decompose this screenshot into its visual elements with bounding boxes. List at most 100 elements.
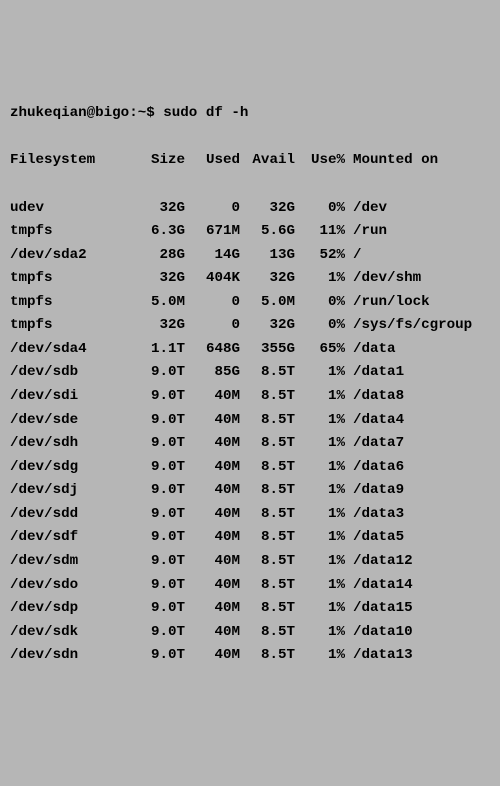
cell-avail: 8.5T bbox=[240, 432, 295, 456]
cell-used: 40M bbox=[185, 644, 240, 668]
table-row: tmpfs6.3G671M5.6G11%/run bbox=[10, 220, 490, 244]
table-header-row: FilesystemSizeUsedAvailUse%Mounted on bbox=[10, 149, 490, 173]
cell-mount: /sys/fs/cgroup bbox=[345, 314, 490, 338]
cell-filesystem: tmpfs bbox=[10, 291, 130, 315]
cell-size: 9.0T bbox=[130, 361, 185, 385]
cell-used: 40M bbox=[185, 503, 240, 527]
cell-size: 9.0T bbox=[130, 503, 185, 527]
cell-filesystem: /dev/sdp bbox=[10, 597, 130, 621]
cell-mount: / bbox=[345, 244, 490, 268]
cell-size: 32G bbox=[130, 267, 185, 291]
cell-used: 40M bbox=[185, 385, 240, 409]
cell-mount: /run bbox=[345, 220, 490, 244]
cell-size: 9.0T bbox=[130, 526, 185, 550]
table-row: udev32G032G0%/dev bbox=[10, 197, 490, 221]
table-row: tmpfs32G032G0%/sys/fs/cgroup bbox=[10, 314, 490, 338]
cell-mount: /data13 bbox=[345, 644, 490, 668]
cell-avail: 8.5T bbox=[240, 574, 295, 598]
table-body: udev32G032G0%/devtmpfs6.3G671M5.6G11%/ru… bbox=[10, 197, 490, 668]
cell-used: 40M bbox=[185, 574, 240, 598]
cell-use-percent: 0% bbox=[295, 291, 345, 315]
prompt-dollar: $ bbox=[146, 102, 155, 126]
cell-avail: 5.0M bbox=[240, 291, 295, 315]
cell-use-percent: 1% bbox=[295, 574, 345, 598]
cell-used: 14G bbox=[185, 244, 240, 268]
cell-size: 5.0M bbox=[130, 291, 185, 315]
cell-use-percent: 1% bbox=[295, 597, 345, 621]
cell-size: 9.0T bbox=[130, 385, 185, 409]
table-row: /dev/sde9.0T40M8.5T1%/data4 bbox=[10, 409, 490, 433]
cell-filesystem: /dev/sdf bbox=[10, 526, 130, 550]
cell-used: 671M bbox=[185, 220, 240, 244]
cell-used: 85G bbox=[185, 361, 240, 385]
cell-size: 9.0T bbox=[130, 621, 185, 645]
cell-filesystem: tmpfs bbox=[10, 267, 130, 291]
cell-use-percent: 65% bbox=[295, 338, 345, 362]
cell-used: 40M bbox=[185, 409, 240, 433]
cell-use-percent: 1% bbox=[295, 432, 345, 456]
table-row: /dev/sdn9.0T40M8.5T1%/data13 bbox=[10, 644, 490, 668]
cell-mount: /data bbox=[345, 338, 490, 362]
cell-filesystem: /dev/sdh bbox=[10, 432, 130, 456]
cell-avail: 8.5T bbox=[240, 479, 295, 503]
cell-used: 0 bbox=[185, 197, 240, 221]
cell-size: 9.0T bbox=[130, 409, 185, 433]
cell-size: 9.0T bbox=[130, 456, 185, 480]
header-mounted-on: Mounted on bbox=[345, 149, 490, 173]
command-text: sudo df -h bbox=[163, 102, 248, 126]
cell-size: 6.3G bbox=[130, 220, 185, 244]
table-row: /dev/sdd9.0T40M8.5T1%/data3 bbox=[10, 503, 490, 527]
table-row: /dev/sdm9.0T40M8.5T1%/data12 bbox=[10, 550, 490, 574]
table-row: /dev/sda41.1T648G355G65%/data bbox=[10, 338, 490, 362]
cell-used: 40M bbox=[185, 597, 240, 621]
cell-filesystem: /dev/sde bbox=[10, 409, 130, 433]
cell-mount: /data3 bbox=[345, 503, 490, 527]
cell-size: 1.1T bbox=[130, 338, 185, 362]
header-avail: Avail bbox=[240, 149, 295, 173]
cell-avail: 5.6G bbox=[240, 220, 295, 244]
cell-use-percent: 11% bbox=[295, 220, 345, 244]
table-row: /dev/sdg9.0T40M8.5T1%/data6 bbox=[10, 456, 490, 480]
terminal-prompt-line: zhukeqian@bigo:~$ sudo df -h bbox=[10, 102, 490, 126]
cell-used: 404K bbox=[185, 267, 240, 291]
cell-mount: /data14 bbox=[345, 574, 490, 598]
cell-use-percent: 1% bbox=[295, 267, 345, 291]
cell-mount: /data10 bbox=[345, 621, 490, 645]
cell-filesystem: /dev/sdm bbox=[10, 550, 130, 574]
cell-mount: /run/lock bbox=[345, 291, 490, 315]
cell-filesystem: /dev/sdk bbox=[10, 621, 130, 645]
cell-avail: 8.5T bbox=[240, 621, 295, 645]
table-row: /dev/sdi9.0T40M8.5T1%/data8 bbox=[10, 385, 490, 409]
cell-mount: /data7 bbox=[345, 432, 490, 456]
cell-size: 9.0T bbox=[130, 432, 185, 456]
cell-size: 9.0T bbox=[130, 479, 185, 503]
cell-size: 9.0T bbox=[130, 597, 185, 621]
cell-avail: 8.5T bbox=[240, 503, 295, 527]
table-row: /dev/sdj9.0T40M8.5T1%/data9 bbox=[10, 479, 490, 503]
table-row: /dev/sdk9.0T40M8.5T1%/data10 bbox=[10, 621, 490, 645]
table-row: tmpfs32G404K32G1%/dev/shm bbox=[10, 267, 490, 291]
table-row: /dev/sdf9.0T40M8.5T1%/data5 bbox=[10, 526, 490, 550]
cell-use-percent: 1% bbox=[295, 644, 345, 668]
cell-use-percent: 0% bbox=[295, 197, 345, 221]
cell-mount: /data9 bbox=[345, 479, 490, 503]
cell-filesystem: tmpfs bbox=[10, 314, 130, 338]
cell-use-percent: 1% bbox=[295, 456, 345, 480]
cell-used: 40M bbox=[185, 479, 240, 503]
cell-avail: 8.5T bbox=[240, 526, 295, 550]
cell-avail: 8.5T bbox=[240, 597, 295, 621]
cell-mount: /data8 bbox=[345, 385, 490, 409]
cell-avail: 32G bbox=[240, 267, 295, 291]
cell-mount: /data12 bbox=[345, 550, 490, 574]
header-size: Size bbox=[130, 149, 185, 173]
cell-used: 40M bbox=[185, 526, 240, 550]
cell-filesystem: /dev/sda4 bbox=[10, 338, 130, 362]
cell-avail: 355G bbox=[240, 338, 295, 362]
cell-use-percent: 1% bbox=[295, 361, 345, 385]
cell-avail: 8.5T bbox=[240, 409, 295, 433]
cell-filesystem: /dev/sdj bbox=[10, 479, 130, 503]
table-row: tmpfs5.0M05.0M0%/run/lock bbox=[10, 291, 490, 315]
prompt-colon: : bbox=[129, 102, 138, 126]
cell-use-percent: 1% bbox=[295, 503, 345, 527]
cell-use-percent: 1% bbox=[295, 409, 345, 433]
